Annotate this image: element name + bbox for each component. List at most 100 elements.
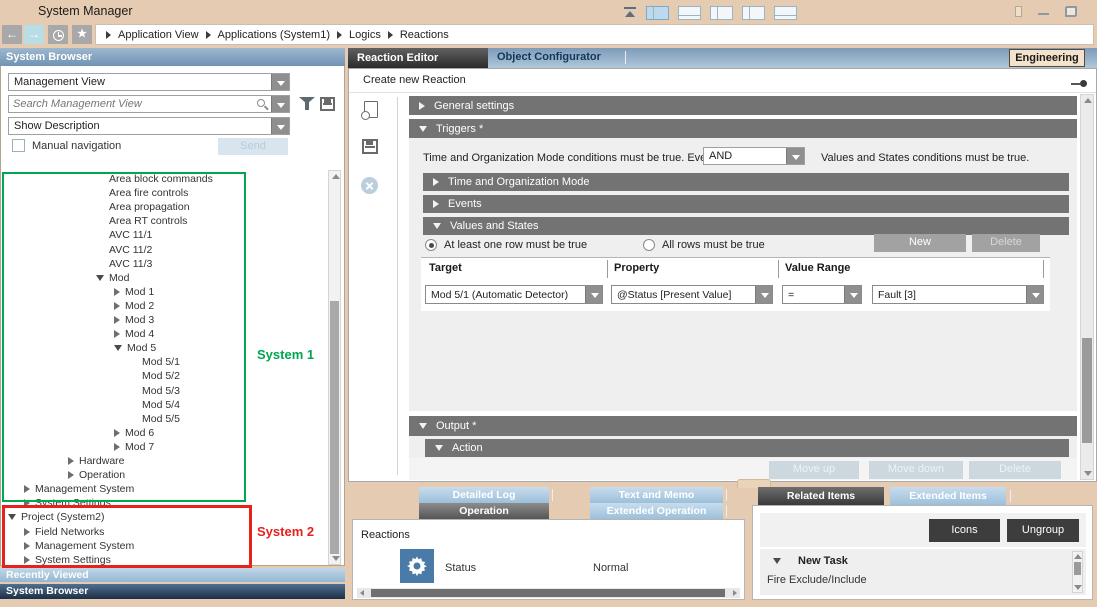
breadcrumb-item[interactable]: Application View <box>118 29 199 41</box>
section-events[interactable]: Events <box>423 195 1069 213</box>
tree-item[interactable]: Mod 3 <box>114 313 154 327</box>
send-button[interactable]: Send <box>218 138 288 155</box>
description-select[interactable]: Show Description <box>8 117 290 135</box>
tab-detailed-log[interactable]: Detailed Log <box>419 487 549 503</box>
tab-text-and-memo[interactable]: Text and Memo <box>590 487 723 503</box>
collapsed-icon[interactable] <box>114 429 120 437</box>
section-values-states[interactable]: Values and States <box>423 217 1069 235</box>
save-icon[interactable] <box>362 139 378 154</box>
collapsed-icon[interactable] <box>24 556 30 564</box>
task-group-label[interactable]: New Task <box>798 555 848 567</box>
tree-item[interactable]: Area propagation <box>96 200 190 214</box>
radio-all-rows[interactable] <box>643 239 655 251</box>
column-divider[interactable] <box>607 260 608 278</box>
scroll-up-icon[interactable] <box>1084 98 1092 103</box>
tree-item[interactable]: AVC 11/3 <box>96 257 152 271</box>
collapsed-icon[interactable] <box>24 485 30 493</box>
tree-item[interactable]: Mod 5/4 <box>129 398 180 412</box>
pin-icon[interactable] <box>1071 80 1087 87</box>
layout-single-icon[interactable] <box>774 6 797 20</box>
breadcrumb-item[interactable]: Applications (System1) <box>218 29 331 41</box>
collapsed-icon[interactable] <box>114 288 120 296</box>
tree-item[interactable]: Hardware <box>68 454 125 468</box>
new-row-button[interactable]: New <box>874 234 966 252</box>
scroll-up-icon[interactable] <box>1074 554 1082 559</box>
related-scrollbar[interactable] <box>1072 551 1083 593</box>
forward-button[interactable]: → <box>24 25 44 44</box>
section-action[interactable]: Action <box>425 439 1069 457</box>
tree-scrollbar-thumb[interactable] <box>330 301 339 554</box>
tree-item[interactable]: Mod 5/5 <box>129 412 180 426</box>
minimize-icon[interactable] <box>1038 6 1049 17</box>
recently-viewed-bar[interactable]: Recently Viewed <box>0 568 345 582</box>
chevron-down-icon[interactable] <box>585 286 602 303</box>
chevron-down-icon[interactable] <box>271 118 289 134</box>
editor-scrollbar[interactable] <box>1080 94 1094 480</box>
collapsed-icon[interactable] <box>114 330 120 338</box>
tree-item[interactable]: System Settings <box>24 553 111 566</box>
tree-item[interactable]: Project (System2) <box>8 510 104 524</box>
new-reaction-icon[interactable] <box>364 101 378 118</box>
manual-navigation-checkbox[interactable] <box>12 139 25 152</box>
collapsed-icon[interactable] <box>68 457 74 465</box>
scroll-up-icon[interactable] <box>332 174 340 179</box>
discard-icon[interactable] <box>361 177 378 194</box>
engineering-mode-button[interactable]: Engineering <box>1009 49 1085 67</box>
collapsed-icon[interactable] <box>24 528 30 536</box>
icons-button[interactable]: Icons <box>929 519 1000 542</box>
collapsed-icon[interactable] <box>114 443 120 451</box>
chevron-down-icon[interactable] <box>271 96 289 112</box>
column-divider[interactable] <box>778 260 779 278</box>
radio-any-row[interactable] <box>425 239 437 251</box>
property-select[interactable]: @Status [Present Value] <box>611 285 773 304</box>
tab-related-items[interactable]: Related Items <box>758 487 884 505</box>
column-divider[interactable] <box>1043 260 1044 278</box>
tree-item[interactable]: AVC 11/2 <box>96 243 152 257</box>
breadcrumb-item[interactable]: Logics <box>349 29 381 41</box>
layout-split-icon-active[interactable] <box>646 6 669 20</box>
chevron-down-icon[interactable] <box>755 286 772 303</box>
chevron-down-icon[interactable] <box>844 286 861 303</box>
window-menu-icon[interactable] <box>1015 6 1022 17</box>
tree-item[interactable]: Mod 5/1 <box>129 355 180 369</box>
tab-extended-operation[interactable]: Extended Operation <box>590 503 723 519</box>
tree-item[interactable]: Management System <box>24 539 134 553</box>
tree-item[interactable]: Mod 4 <box>114 327 154 341</box>
layout-quad-icon[interactable] <box>742 6 765 20</box>
move-up-button[interactable]: Move up <box>769 461 859 479</box>
tree-item[interactable]: Field Networks <box>24 525 104 539</box>
view-select[interactable]: Management View <box>8 73 290 91</box>
search-icon[interactable] <box>257 99 265 107</box>
tree-item[interactable]: Mod 5/3 <box>129 384 180 398</box>
tree-item[interactable]: Mod 1 <box>114 285 154 299</box>
section-triggers[interactable]: Triggers * <box>409 119 1077 138</box>
collapsed-icon[interactable] <box>24 542 30 550</box>
scroll-down-icon[interactable] <box>332 556 340 561</box>
tree-item[interactable]: Mod <box>96 271 129 285</box>
tree-item[interactable]: Area fire controls <box>96 186 188 200</box>
tree-item[interactable]: Mod 7 <box>114 440 154 454</box>
scroll-down-icon[interactable] <box>1084 471 1092 476</box>
save-view-icon[interactable] <box>320 97 335 111</box>
tree-scrollbar[interactable] <box>328 170 341 565</box>
layout-vertical-icon[interactable] <box>710 6 733 20</box>
expanded-icon[interactable] <box>773 558 781 564</box>
scroll-right-icon[interactable] <box>733 590 737 596</box>
tree-item[interactable]: Area RT controls <box>96 214 187 228</box>
collapsed-icon[interactable] <box>24 499 30 507</box>
filter-icon[interactable] <box>299 97 315 111</box>
chevron-down-icon[interactable] <box>786 148 804 164</box>
reaction-gear-icon[interactable] <box>400 549 434 583</box>
search-box[interactable] <box>8 95 290 113</box>
value-range-select[interactable]: Fault [3] <box>872 285 1044 304</box>
tab-object-configurator[interactable]: Object Configurator <box>497 51 601 63</box>
expanded-icon[interactable] <box>114 345 122 351</box>
back-button[interactable]: ← <box>2 25 22 44</box>
related-scrollbar-thumb[interactable] <box>1074 562 1081 575</box>
tree-item[interactable]: Operation <box>68 468 125 482</box>
section-time-org-mode[interactable]: Time and Organization Mode <box>423 173 1069 191</box>
search-input[interactable] <box>13 97 243 111</box>
section-output[interactable]: Output * <box>409 416 1077 436</box>
editor-scrollbar-thumb[interactable] <box>1082 338 1092 443</box>
delete-action-button[interactable]: Delete <box>969 461 1061 479</box>
